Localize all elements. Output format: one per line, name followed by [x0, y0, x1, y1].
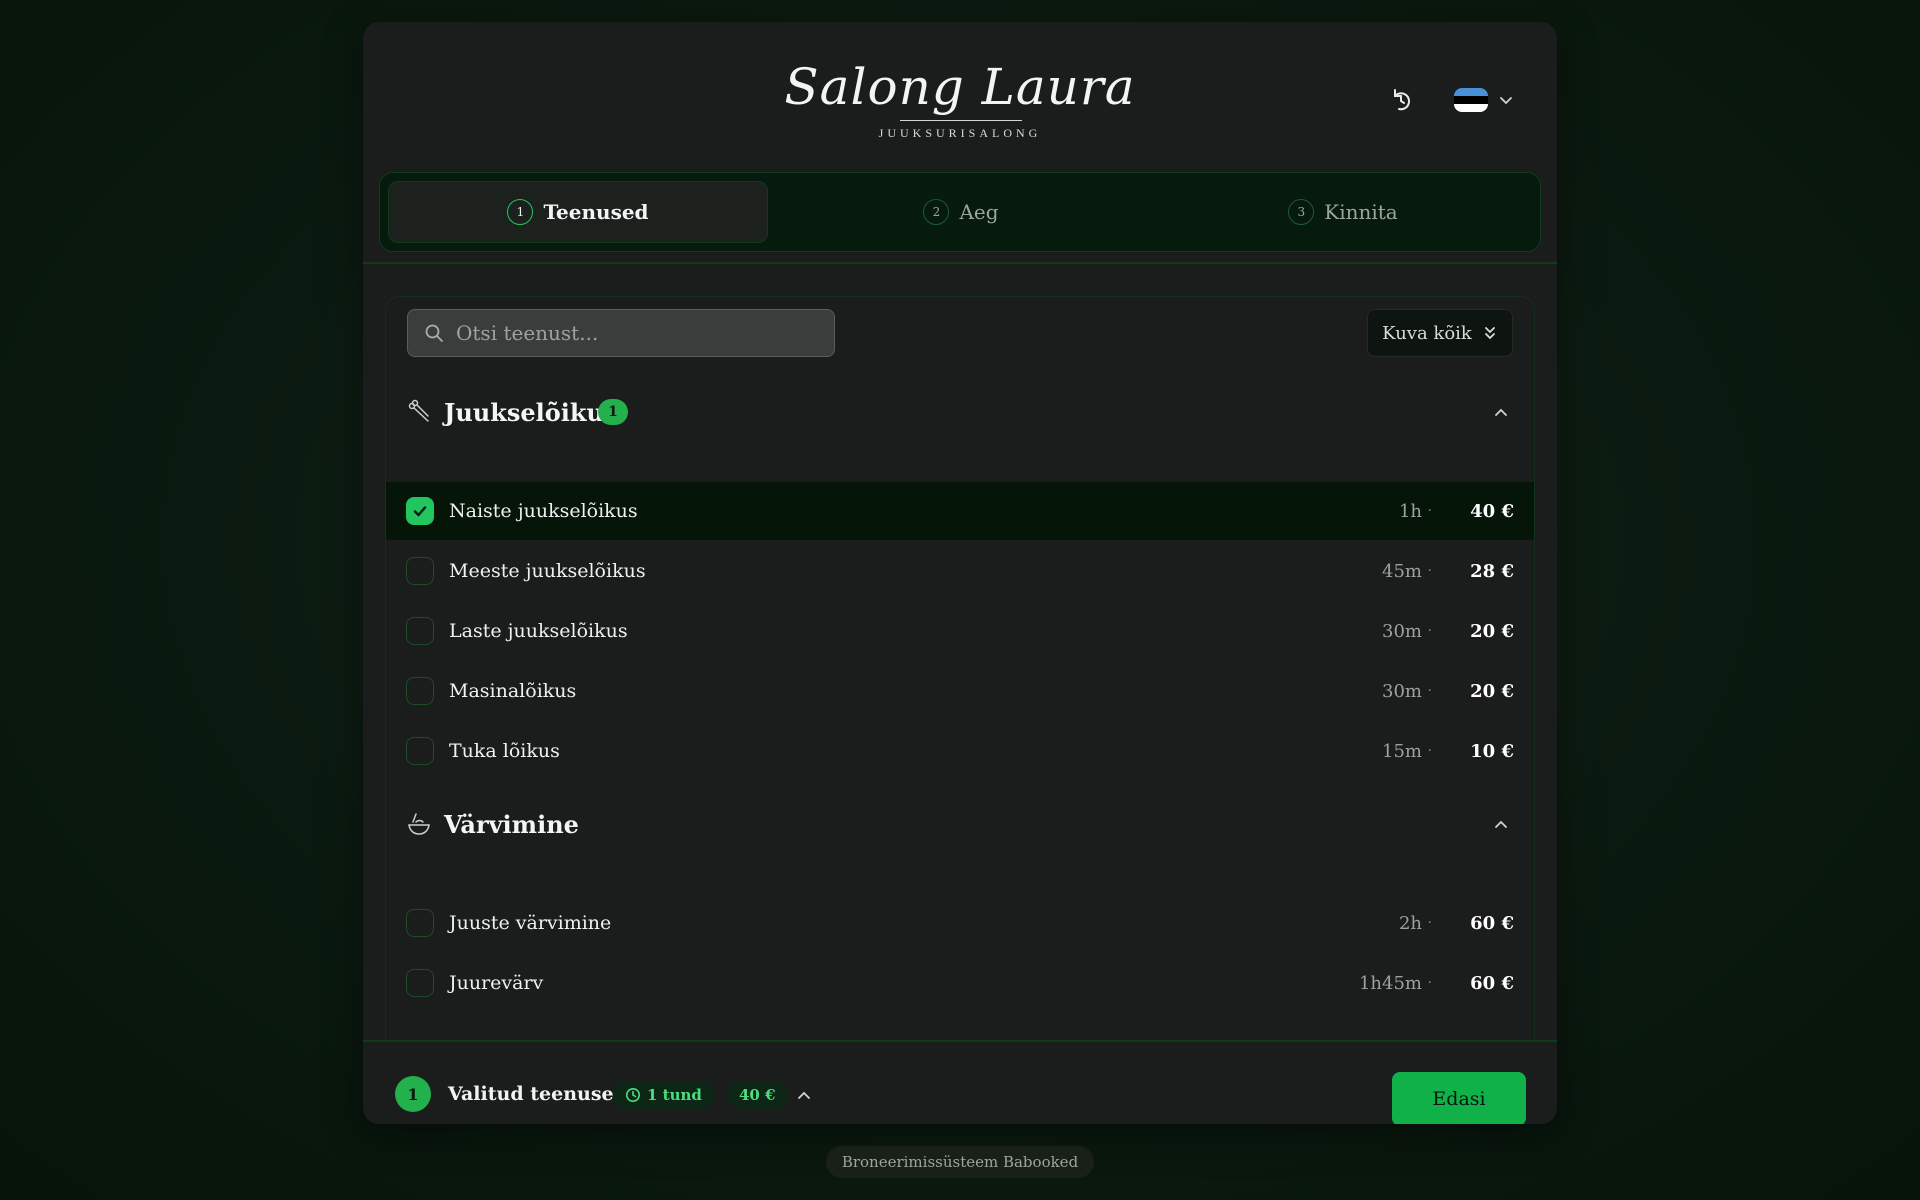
service-price: 60 € [1470, 972, 1514, 994]
next-button[interactable]: Edasi [1392, 1072, 1526, 1124]
step-label: Teenused [543, 200, 649, 224]
separator-dot: · [1427, 503, 1432, 519]
service-row[interactable]: Masinalõikus 30m · 20 € [386, 662, 1534, 720]
search-box [407, 309, 835, 357]
show-all-button[interactable]: Kuva kõik [1367, 309, 1513, 357]
step-number: 1 [507, 199, 534, 225]
category-title: Juukselõikus [444, 397, 618, 427]
category-header-coloring[interactable]: Värvimine [386, 789, 1534, 859]
service-price: 10 € [1470, 740, 1514, 762]
service-row[interactable]: Laste juukselõikus 30m · 20 € [386, 602, 1534, 660]
service-list: Kuva kõik Juukselõikus 1 Naiste juukselõ… [385, 296, 1535, 1056]
tab-time[interactable]: 2 Aeg [772, 181, 1150, 243]
selected-count-badge: 1 [395, 1076, 431, 1112]
search-input[interactable] [456, 321, 816, 345]
step-label: Kinnita [1324, 200, 1398, 224]
service-row[interactable]: Juuste värvimine 2h · 60 € [386, 894, 1534, 952]
flag-estonia-icon [1454, 88, 1488, 112]
service-name: Juuste värvimine [449, 912, 612, 934]
service-duration: 30m [1382, 620, 1422, 642]
tab-confirm[interactable]: 3 Kinnita [1154, 181, 1532, 243]
step-tabs: 1 Teenused 2 Aeg 3 Kinnita [379, 172, 1541, 252]
search-icon [425, 324, 443, 342]
service-duration: 15m [1382, 740, 1422, 762]
service-price: 28 € [1470, 560, 1514, 582]
separator-dot: · [1427, 623, 1432, 639]
chevron-up-icon[interactable] [1491, 814, 1511, 834]
chevron-up-icon[interactable] [1491, 402, 1511, 422]
separator-dot: · [1427, 683, 1432, 699]
category-title: Värvimine [444, 809, 579, 839]
chevrons-down-icon [1484, 327, 1495, 340]
separator-dot: · [1427, 563, 1432, 579]
service-name: Juurevärv [449, 972, 544, 994]
check-icon [413, 506, 427, 517]
service-price: 20 € [1470, 620, 1514, 642]
header-divider [363, 262, 1557, 264]
brand-underline [900, 120, 1022, 121]
step-label: Aeg [959, 200, 999, 224]
show-all-label: Kuva kõik [1382, 322, 1472, 344]
service-row[interactable]: Naiste juukselõikus 1h · 40 € [386, 482, 1534, 540]
service-price: 60 € [1470, 912, 1514, 934]
checkbox[interactable] [406, 677, 434, 705]
step-number: 2 [923, 199, 950, 225]
checkbox[interactable] [406, 737, 434, 765]
step-number: 3 [1288, 199, 1315, 225]
service-name: Meeste juukselõikus [449, 560, 646, 582]
service-price: 40 € [1470, 500, 1514, 522]
service-duration: 45m [1382, 560, 1422, 582]
separator-dot: · [1427, 743, 1432, 759]
booking-card: Salong Laura JUUKSURISALONG 1 Teenused 2 [363, 22, 1557, 1124]
separator-dot: · [1427, 975, 1432, 991]
chevron-down-icon [1500, 97, 1512, 105]
service-price: 20 € [1470, 680, 1514, 702]
language-selector[interactable] [1454, 84, 1532, 116]
selected-services-label: Valitud teenused [448, 1083, 627, 1105]
tab-services[interactable]: 1 Teenused [388, 181, 768, 243]
checkbox[interactable] [406, 969, 434, 997]
service-name: Masinalõikus [449, 680, 577, 702]
service-row[interactable]: Tuka lõikus 15m · 10 € [386, 722, 1534, 780]
service-row[interactable]: Meeste juukselõikus 45m · 28 € [386, 542, 1534, 600]
history-icon[interactable] [1385, 84, 1417, 116]
category-count-badge: 1 [598, 399, 628, 425]
selection-footer: 1 Valitud teenused 1 tund 40 € Edasi [363, 1040, 1557, 1124]
service-name: Laste juukselõikus [449, 620, 628, 642]
header: Salong Laura JUUKSURISALONG [363, 22, 1557, 170]
service-duration: 1h [1398, 500, 1422, 522]
powered-by: Broneerimissüsteem Babooked [826, 1146, 1094, 1178]
dye-bowl-icon [408, 813, 430, 835]
duration-value: 1 tund [647, 1086, 702, 1104]
category-header-haircut[interactable]: Juukselõikus 1 [386, 377, 1534, 447]
brand-subtitle: JUUKSURISALONG [878, 126, 1042, 140]
chevron-up-icon[interactable] [795, 1086, 813, 1104]
separator-dot: · [1427, 915, 1432, 931]
checkbox[interactable] [406, 497, 434, 525]
scissors-icon [408, 399, 429, 422]
checkbox[interactable] [406, 557, 434, 585]
service-name: Tuka lõikus [449, 740, 560, 762]
service-duration: 30m [1382, 680, 1422, 702]
service-duration: 2h [1398, 912, 1422, 934]
service-duration: 1h45m [1358, 972, 1422, 994]
brand-name: Salong Laura [784, 58, 1136, 116]
duration-pill: 1 tund [613, 1081, 714, 1109]
checkbox[interactable] [406, 617, 434, 645]
service-name: Naiste juukselõikus [449, 500, 638, 522]
checkbox[interactable] [406, 909, 434, 937]
total-price: 40 € [739, 1086, 776, 1104]
service-row[interactable]: Juurevärv 1h45m · 60 € [386, 954, 1534, 1012]
total-price-pill: 40 € [727, 1081, 788, 1109]
clock-icon [626, 1088, 640, 1102]
